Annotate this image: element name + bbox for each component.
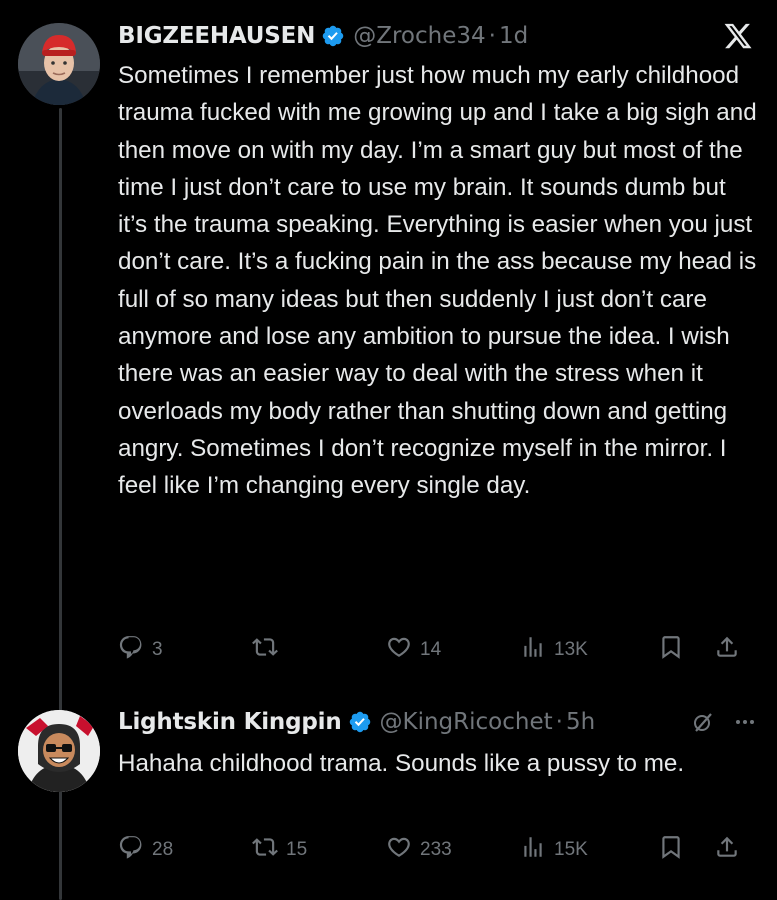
bookmark-button[interactable] [658, 834, 684, 866]
tweet-original[interactable]: BIGZEEHAUSEN @Zroche34 · 1d Sometimes I … [0, 0, 777, 690]
reply-icon [118, 834, 144, 866]
grok-icon[interactable] [691, 710, 715, 734]
share-button[interactable] [714, 634, 740, 666]
repost-button[interactable] [252, 634, 286, 666]
more-icon[interactable] [733, 710, 757, 734]
views-button[interactable]: 13K [520, 634, 588, 666]
share-icon [714, 634, 740, 666]
verified-badge-icon [321, 24, 345, 48]
action-bar: 3 14 13K [118, 634, 763, 664]
heart-icon [386, 834, 412, 866]
tweet-text: Sometimes I remember just how much my ea… [118, 62, 757, 500]
x-logo-icon[interactable] [723, 21, 753, 51]
like-button[interactable]: 233 [386, 834, 452, 866]
action-bar: 28 15 233 15K [118, 834, 763, 864]
repost-icon [252, 834, 278, 866]
separator-dot: · [488, 23, 496, 49]
views-button[interactable]: 15K [520, 834, 588, 866]
like-button[interactable]: 14 [386, 634, 441, 666]
tweet-header: BIGZEEHAUSEN @Zroche34 · 1d [118, 18, 757, 54]
display-name[interactable]: BIGZEEHAUSEN [118, 23, 315, 49]
repost-count: 15 [286, 839, 308, 860]
repost-icon [252, 634, 278, 666]
timestamp[interactable]: 1d [499, 23, 528, 49]
views-icon [520, 834, 546, 866]
tweet-reply[interactable]: Lightskin Kingpin @KingRicochet · 5h Hah… [0, 690, 777, 900]
bookmark-icon [658, 834, 684, 866]
reply-button[interactable]: 3 [118, 634, 163, 666]
like-count: 233 [420, 839, 452, 860]
separator-dot: · [555, 709, 563, 735]
bookmark-icon [658, 634, 684, 666]
user-handle[interactable]: @Zroche34 [353, 23, 485, 49]
avatar[interactable] [18, 23, 100, 105]
views-icon [520, 634, 546, 666]
views-count: 15K [554, 839, 588, 860]
avatar[interactable] [18, 710, 100, 792]
reply-button[interactable]: 28 [118, 834, 173, 866]
tweet-header: Lightskin Kingpin @KingRicochet · 5h [118, 704, 757, 740]
share-icon [714, 834, 740, 866]
share-button[interactable] [714, 834, 740, 866]
timestamp[interactable]: 5h [566, 709, 595, 735]
views-count: 13K [554, 639, 588, 660]
repost-button[interactable]: 15 [252, 834, 307, 866]
tweet-text: Hahaha childhood trama. Sounds like a pu… [118, 750, 685, 777]
heart-icon [386, 634, 412, 666]
display-name[interactable]: Lightskin Kingpin [118, 709, 342, 735]
verified-badge-icon [348, 710, 372, 734]
like-count: 14 [420, 639, 442, 660]
reply-count: 28 [152, 839, 174, 860]
reply-icon [118, 634, 144, 666]
reply-count: 3 [152, 639, 163, 660]
bookmark-button[interactable] [658, 634, 684, 666]
user-handle[interactable]: @KingRicochet [380, 709, 553, 735]
